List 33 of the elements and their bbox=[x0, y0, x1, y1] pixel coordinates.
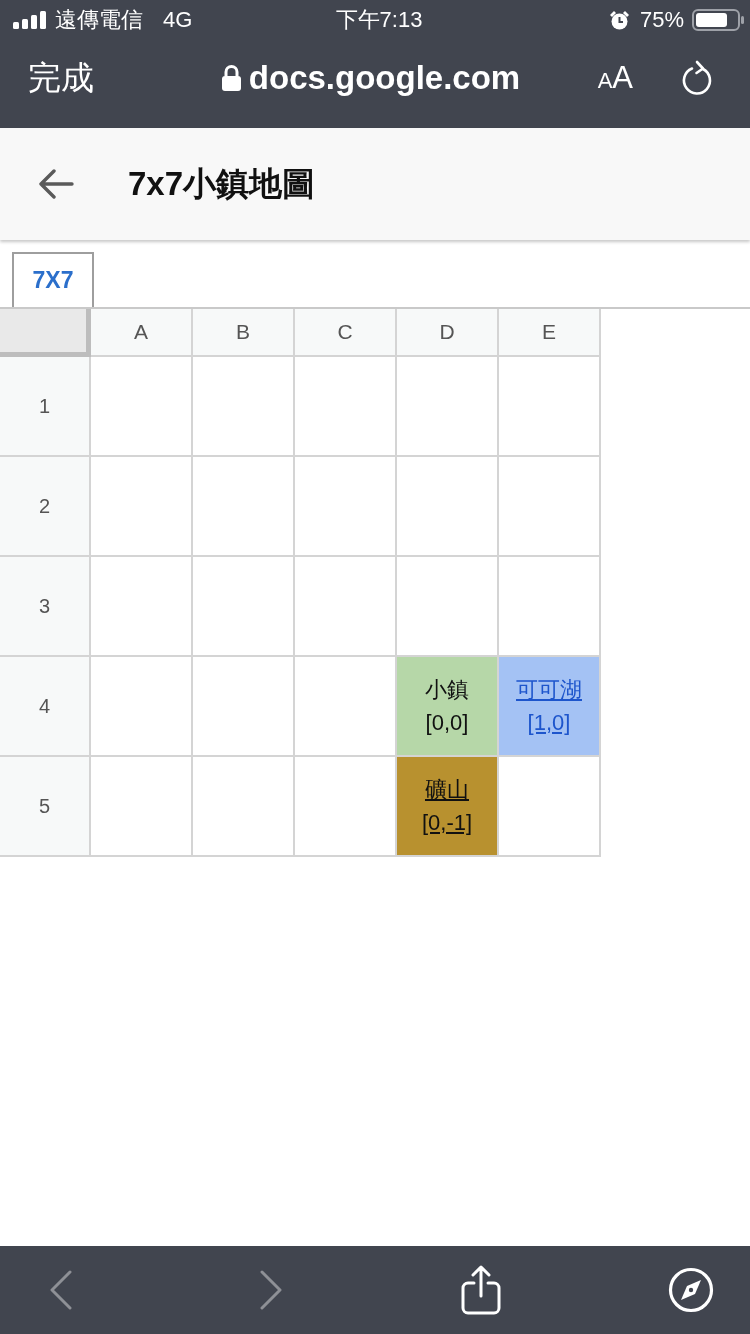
forward-chevron-icon bbox=[259, 1270, 283, 1310]
row-header: 5 bbox=[0, 757, 91, 857]
cell-link[interactable]: 礦山 [0,-1] bbox=[421, 773, 473, 839]
reload-button[interactable] bbox=[681, 60, 714, 96]
column-header: C bbox=[295, 309, 397, 357]
compass-icon bbox=[668, 1267, 714, 1313]
table-cell: 小鎮 [0,0] bbox=[397, 657, 499, 757]
battery-icon bbox=[692, 9, 745, 31]
alarm-clock-icon bbox=[608, 9, 630, 31]
lock-icon bbox=[221, 65, 241, 91]
signal-bars-icon bbox=[13, 11, 47, 29]
address-text[interactable]: docs.google.com bbox=[248, 59, 521, 97]
battery-percent: 75% bbox=[639, 7, 684, 33]
carrier-name: 遠傳電信 bbox=[55, 6, 143, 34]
cell-link[interactable]: 可可湖 [1,0] bbox=[516, 673, 582, 739]
column-header: B bbox=[193, 309, 295, 357]
column-header: D bbox=[397, 309, 499, 357]
row-header: 4 bbox=[0, 657, 91, 757]
done-button[interactable]: 完成 bbox=[28, 55, 94, 101]
clock-time: 下午7:13 bbox=[335, 6, 423, 34]
back-arrow-icon[interactable] bbox=[38, 169, 74, 199]
column-header: A bbox=[91, 309, 193, 357]
text-size-button[interactable]: AA bbox=[597, 60, 633, 96]
row-header: 3 bbox=[0, 557, 91, 657]
refresh-icon bbox=[681, 60, 714, 96]
row-header: 1 bbox=[0, 357, 91, 457]
share-icon bbox=[461, 1265, 501, 1315]
row-header: 2 bbox=[0, 457, 91, 557]
column-header: E bbox=[499, 309, 601, 357]
sheet-tab[interactable]: 7X7 bbox=[12, 252, 94, 307]
network-type: 4G bbox=[163, 7, 193, 33]
document-title: 7x7小鎮地圖 bbox=[128, 163, 316, 204]
back-chevron-icon bbox=[49, 1270, 73, 1310]
